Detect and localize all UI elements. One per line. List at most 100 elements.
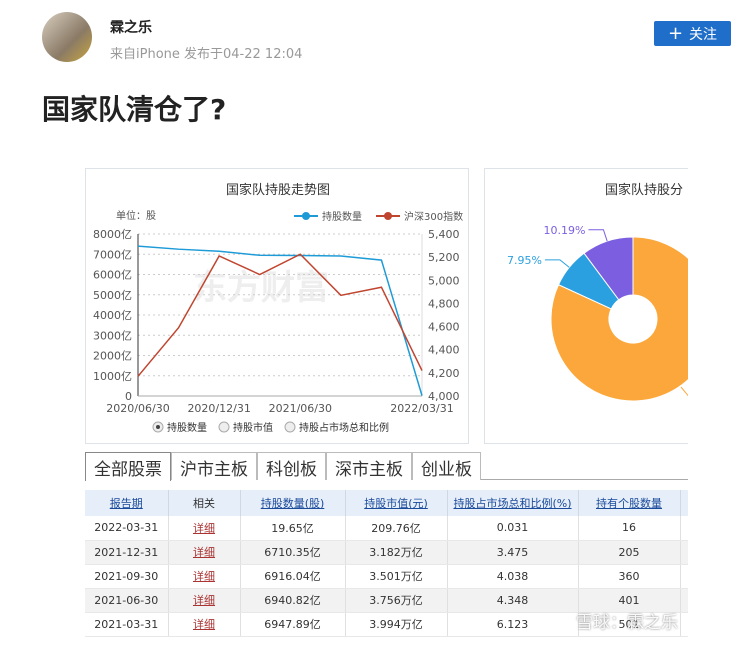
watermark: 雪球：霖之乐: [576, 613, 678, 633]
radio-button[interactable]: [218, 421, 230, 433]
pie-label-line: [680, 386, 688, 397]
table-row: 2022-03-31 详细 19.65亿 209.76亿 0.031 16: [85, 516, 688, 541]
detail-link[interactable]: 详细: [193, 594, 215, 607]
table-cell: 360: [578, 564, 681, 589]
column-header[interactable]: 持股数量(股): [240, 490, 346, 516]
column-header: 相关: [168, 490, 241, 516]
right-tick: 4,200: [428, 367, 460, 380]
table-cell: [680, 564, 688, 589]
right-tick: 5,400: [428, 228, 460, 241]
tab-2[interactable]: 科创板: [257, 452, 326, 480]
x-tick: 2020/12/31: [187, 402, 250, 415]
table-cell: 6916.04亿: [240, 564, 346, 589]
pie-label-line: [588, 229, 608, 242]
line-chart: 国家队持股走势图东方财富单位：股 持股数量 沪深300指数01000亿2000亿30…: [93, 182, 463, 434]
line-chart-panel: 国家队持股走势图 东方财富 单位：股 持股数量 沪深300指数 0 1000亿 2000亿 30…: [85, 168, 469, 444]
table-cell: [680, 516, 688, 541]
table-cell: 6940.82亿: [240, 588, 346, 613]
radio-label: 持股市值: [233, 421, 273, 434]
pie-label: 7.95%: [507, 254, 542, 267]
table-cell: 3.756万亿: [345, 588, 448, 613]
table-row: 2021-09-30 详细 6916.04亿 3.501万亿 4.038 360: [85, 564, 688, 589]
radio-dot: [156, 425, 160, 429]
unit-label: 单位：股: [116, 209, 156, 222]
tab-4[interactable]: 创业板: [412, 452, 481, 480]
table-row: 2021-12-31 详细 6710.35亿 3.182万亿 3.475 205: [85, 540, 688, 565]
detail-link[interactable]: 详细: [193, 546, 215, 559]
pie-chart: 国家队持股分 10.19% 7.95%: [507, 182, 688, 402]
legend-marker: [384, 212, 392, 220]
left-tick: 6000亿: [93, 269, 132, 282]
table-cell: [680, 612, 688, 637]
left-tick: 8000亿: [93, 228, 132, 241]
table-cell: 详细: [168, 540, 241, 565]
table-cell: 16: [578, 516, 681, 541]
table-cell: 3.994万亿: [345, 612, 448, 637]
right-tick: 4,600: [428, 321, 460, 334]
table-cell: 0.031: [447, 516, 579, 541]
right-tick: 5,200: [428, 251, 460, 264]
table-cell: 4.038: [447, 564, 579, 589]
table-cell: 4.348: [447, 588, 579, 613]
market-tabs: 全部股票 沪市主板 科创板 深市主板 创业板: [85, 452, 688, 481]
detail-link[interactable]: 详细: [193, 522, 215, 535]
left-tick: 7000亿: [93, 248, 132, 261]
left-tick: 4000亿: [93, 309, 132, 322]
pie-label: 10.19%: [543, 224, 585, 237]
table-cell: [680, 540, 688, 565]
column-header[interactable]: 持股占市场总和比例(%): [447, 490, 579, 516]
plus-icon: +: [667, 23, 684, 44]
post-image: 国家队持股走势图 东方财富 单位：股 持股数量 沪深300指数 0 1000亿 2000亿 30…: [85, 168, 688, 643]
table-cell: 6.123: [447, 612, 579, 637]
right-tick: 5,000: [428, 274, 460, 287]
table-cell: 2021-03-31: [85, 612, 169, 637]
pie-title: 国家队持股分: [605, 182, 683, 198]
detail-link[interactable]: 详细: [193, 618, 215, 631]
x-tick: 2020/06/30: [106, 402, 169, 415]
table-cell: 209.76亿: [345, 516, 448, 541]
table-cell: 3.475: [447, 540, 579, 565]
pie-chart-panel: 国家队持股分 10.19% 7.95%: [484, 168, 688, 444]
post-title: 国家队清仓了?: [42, 93, 227, 126]
table-cell: 详细: [168, 612, 241, 637]
radio-button[interactable]: [284, 421, 296, 433]
legend-label: 持股数量: [322, 210, 362, 223]
table-cell: 6710.35亿: [240, 540, 346, 565]
left-tick: 1000亿: [93, 370, 132, 383]
legend-label: 沪深300指数: [404, 210, 463, 223]
column-header[interactable]: 持有个股数量: [578, 490, 681, 516]
table-cell: 2022-03-31: [85, 516, 169, 541]
column-header[interactable]: 报告期: [85, 490, 169, 516]
left-tick: 3000亿: [93, 329, 132, 342]
tab-1[interactable]: 沪市主板: [171, 452, 257, 480]
table-cell: 2021-12-31: [85, 540, 169, 565]
table-cell: 详细: [168, 516, 241, 541]
left-tick: 2000亿: [93, 350, 132, 363]
chart-title: 国家队持股走势图: [226, 182, 330, 198]
tab-3[interactable]: 深市主板: [326, 452, 412, 480]
x-tick: 2021/06/30: [269, 402, 332, 415]
table-cell: 2021-09-30: [85, 564, 169, 589]
avatar[interactable]: [42, 12, 92, 62]
table-cell: 205: [578, 540, 681, 565]
detail-link[interactable]: 详细: [193, 570, 215, 583]
right-tick: 4,800: [428, 297, 460, 310]
table-cell: 2021-06-30: [85, 588, 169, 613]
right-tick: 4,400: [428, 344, 460, 357]
table-cell: 6947.89亿: [240, 612, 346, 637]
x-tick: 2022/03/31: [390, 402, 453, 415]
column-header[interactable]: 持股市值(元): [345, 490, 448, 516]
author-name[interactable]: 霖之乐: [110, 17, 152, 37]
tab-0[interactable]: 全部股票: [85, 452, 171, 481]
table-cell: 19.65亿: [240, 516, 346, 541]
table-cell: 3.501万亿: [345, 564, 448, 589]
column-header: [680, 490, 688, 516]
pie-label-line: [544, 259, 570, 268]
table-cell: [680, 588, 688, 613]
follow-button[interactable]: + 关注: [654, 21, 731, 46]
legend-marker: [302, 212, 310, 220]
radio-label: 持股数量: [167, 421, 207, 434]
table-cell: 详细: [168, 564, 241, 589]
table-cell: 详细: [168, 588, 241, 613]
follow-label: 关注: [689, 26, 718, 43]
